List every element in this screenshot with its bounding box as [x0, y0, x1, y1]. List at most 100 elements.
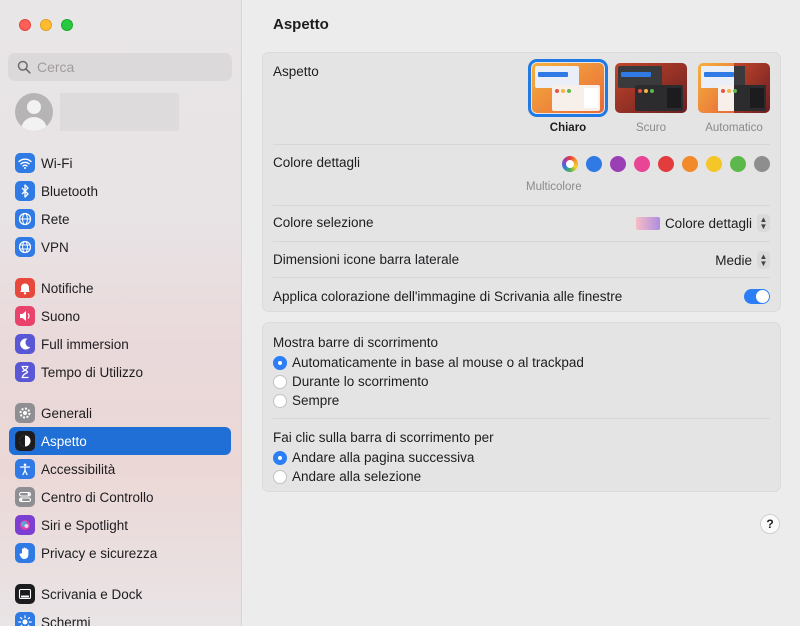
wifi-icon	[15, 153, 35, 173]
sidebar-item-notifiche[interactable]: Notifiche	[9, 274, 231, 302]
appearance-option-auto[interactable]: Automatico	[698, 63, 770, 134]
hourglass-icon	[15, 362, 35, 382]
sidebar-item-aspetto[interactable]: Aspetto	[9, 427, 231, 455]
click-scroll-label: Fai clic sulla barra di scorrimento per	[273, 430, 494, 445]
radio-button[interactable]	[273, 374, 287, 389]
help-button[interactable]: ?	[760, 514, 780, 534]
radio-label: Durante lo scorrimento	[292, 374, 429, 389]
highlight-color-value: Colore dettagli	[664, 215, 752, 231]
wallpaper-tinting-toggle[interactable]	[744, 289, 770, 304]
sidebar-item-accessibilit-[interactable]: Accessibilità	[9, 455, 231, 483]
sidebar-item-suono[interactable]: Suono	[9, 302, 231, 330]
apple-account[interactable]	[15, 93, 179, 131]
accent-color-swatch[interactable]	[754, 156, 770, 172]
appearance-icon	[15, 431, 35, 451]
toggle-knob	[756, 290, 769, 303]
sidebar-item-generali[interactable]: Generali	[9, 399, 231, 427]
zoom-button[interactable]	[61, 19, 73, 31]
sidebar-item-wi-fi[interactable]: Wi-Fi	[9, 149, 231, 177]
search-input[interactable]	[37, 59, 217, 75]
appearance-options: Chiaro Scuro Automatico	[528, 59, 770, 134]
display-icon	[15, 612, 35, 626]
light-preview	[528, 59, 608, 117]
accent-color-swatches	[562, 156, 770, 172]
appearance-option-label: Chiaro	[549, 122, 587, 134]
accent-color-swatch[interactable]	[682, 156, 698, 172]
accent-color-swatch[interactable]	[610, 156, 626, 172]
sidebar-section: Generali Aspetto Accessibilità Centro di Co…	[9, 399, 231, 567]
accessibility-icon	[15, 459, 35, 479]
highlight-color-preview	[635, 216, 660, 230]
appearance-option-label: Scuro	[635, 122, 667, 134]
radio-label: Sempre	[292, 393, 340, 408]
minimize-button[interactable]	[40, 19, 52, 31]
sidebar-item-scrivania-e-dock[interactable]: Scrivania e Dock	[9, 580, 231, 608]
close-button[interactable]	[19, 19, 31, 31]
vpn-icon	[15, 237, 35, 257]
dock-icon	[15, 584, 35, 604]
control-center-icon	[15, 487, 35, 507]
sidebar-item-label: Centro di Controllo	[41, 489, 154, 505]
appearance-option-label: Automatico	[705, 122, 763, 134]
accent-multicolor-swatch[interactable]	[562, 156, 578, 172]
bell-icon	[15, 278, 35, 298]
sidebar-item-label: Siri e Spotlight	[41, 517, 129, 533]
accent-color-swatch[interactable]	[658, 156, 674, 172]
bluetooth-icon	[15, 181, 35, 201]
auto-preview	[698, 63, 770, 113]
sidebar-item-bluetooth[interactable]: Bluetooth	[9, 177, 231, 205]
account-name-redacted	[60, 93, 179, 131]
popup-chevron-icon: ▲ ▼	[757, 214, 770, 232]
radio-click-spot[interactable]: Andare alla selezione	[273, 469, 421, 484]
sidebar-icon-size-value: Medie	[715, 252, 752, 268]
scroll-bars-label: Mostra barre di scorrimento	[273, 335, 439, 350]
sidebar-item-centro-di-controllo[interactable]: Centro di Controllo	[9, 483, 231, 511]
sidebar-item-label: Rete	[41, 211, 70, 227]
radio-click-next-page[interactable]: Andare alla pagina successiva	[273, 450, 474, 465]
avatar	[15, 93, 53, 131]
sidebar-item-label: Generali	[41, 405, 93, 421]
radio-button[interactable]	[273, 355, 287, 370]
accent-color-swatch[interactable]	[634, 156, 650, 172]
radio-label: Andare alla selezione	[292, 469, 422, 484]
sidebar-item-schermi[interactable]: Schermi	[9, 608, 231, 626]
sidebar-item-label: Scrivania e Dock	[41, 586, 143, 602]
sidebar-item-label: Wi-Fi	[41, 155, 73, 171]
appearance-label: Aspetto	[273, 64, 319, 79]
gear-icon	[15, 403, 35, 423]
accent-color-swatch[interactable]	[706, 156, 722, 172]
sidebar-icon-size-popup[interactable]: Medie ▲ ▼	[715, 251, 770, 269]
sidebar-item-tempo-di-utilizzo[interactable]: Tempo di Utilizzo	[9, 358, 231, 386]
accent-color-swatch[interactable]	[586, 156, 602, 172]
radio-button[interactable]	[273, 450, 287, 465]
sidebar-item-label: Notifiche	[41, 280, 94, 296]
radio-scroll-auto[interactable]: Automaticamente in base al mouse o al tr…	[273, 355, 584, 370]
highlight-color-label: Colore selezione	[273, 215, 374, 230]
highlight-color-popup[interactable]: Colore dettagli ▲ ▼	[635, 214, 770, 232]
radio-scroll-when-scrolling[interactable]: Durante lo scorrimento	[273, 374, 429, 389]
siri-icon	[15, 515, 35, 535]
sidebar-section: Wi-Fi Bluetooth Rete VPN	[9, 149, 231, 261]
sidebar-item-label: Aspetto	[41, 433, 87, 449]
sidebar-icon-size-label: Dimensioni icone barra laterale	[273, 252, 460, 267]
sidebar-section: Scrivania e Dock Schermi	[9, 580, 231, 626]
sidebar-item-rete[interactable]: Rete	[9, 205, 231, 233]
hand-icon	[15, 543, 35, 563]
radio-button[interactable]	[273, 469, 287, 484]
sidebar-item-full-immersion[interactable]: Full immersion	[9, 330, 231, 358]
sidebar-item-privacy-e-sicurezza[interactable]: Privacy e sicurezza	[9, 539, 231, 567]
main-pane: Aspetto Aspetto Chiaro Scuro Automatico …	[243, 0, 800, 626]
accent-color-swatch[interactable]	[730, 156, 746, 172]
sidebar-item-siri-e-spotlight[interactable]: Siri e Spotlight	[9, 511, 231, 539]
radio-scroll-always[interactable]: Sempre	[273, 393, 339, 408]
radio-button[interactable]	[273, 393, 287, 408]
sidebar-section: Notifiche Suono Full immersion Tempo di Uti…	[9, 274, 231, 386]
sidebar-item-vpn[interactable]: VPN	[9, 233, 231, 261]
search-field[interactable]	[8, 53, 232, 81]
sidebar-item-label: Tempo di Utilizzo	[41, 364, 144, 380]
appearance-settings-group: Aspetto Chiaro Scuro Automatico Colore d…	[262, 52, 781, 312]
appearance-option-dark[interactable]: Scuro	[615, 63, 687, 134]
appearance-option-light[interactable]: Chiaro	[528, 59, 608, 134]
sidebar: Wi-Fi Bluetooth Rete VPN Notifiche Suono Full …	[0, 0, 242, 626]
dark-preview	[615, 63, 687, 113]
